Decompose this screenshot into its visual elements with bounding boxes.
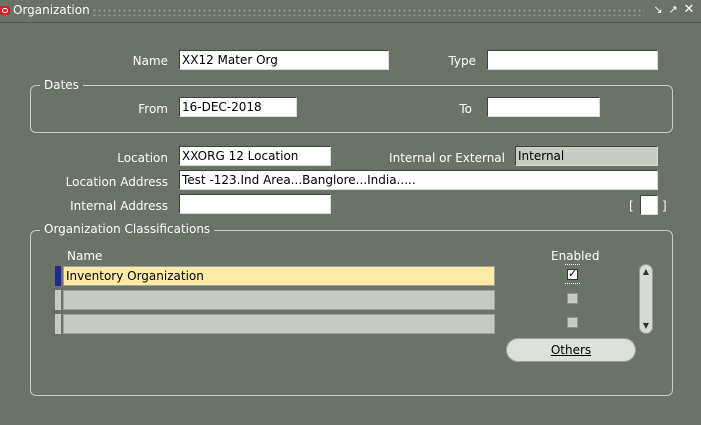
internal-external-field: Internal xyxy=(515,146,658,166)
enabled-checkbox[interactable] xyxy=(567,267,578,280)
descriptive-flexfield[interactable] xyxy=(640,195,658,215)
minimize-icon[interactable]: ↘ xyxy=(652,4,664,16)
internal-address-input[interactable] xyxy=(179,194,331,214)
row-indicator[interactable] xyxy=(55,290,61,310)
internal-external-label: Internal or External xyxy=(389,151,505,165)
oracle-logo-icon xyxy=(0,6,10,15)
name-label: Name xyxy=(132,54,168,68)
from-label: From xyxy=(138,102,168,116)
window-titlebar: Organization ↘ ↗ ✕ xyxy=(0,0,701,23)
type-label: Type xyxy=(448,54,476,68)
name-input[interactable]: XX12 Mater Org xyxy=(179,50,389,70)
row-indicator[interactable] xyxy=(55,266,61,286)
classification-name-field[interactable]: Inventory Organization xyxy=(63,266,495,286)
row-indicator[interactable] xyxy=(55,314,61,334)
others-button-label: Others xyxy=(550,343,592,357)
enabled-checkbox[interactable] xyxy=(567,293,578,304)
type-input[interactable] xyxy=(487,50,658,70)
classifications-legend: Organization Classifications xyxy=(40,222,215,236)
location-input[interactable]: XXORG 12 Location xyxy=(179,146,331,166)
classification-name-field[interactable] xyxy=(63,290,495,310)
scroll-down-icon[interactable]: ▼ xyxy=(641,321,651,331)
classification-name-field[interactable] xyxy=(63,314,495,334)
enabled-header: Enabled xyxy=(551,249,600,263)
focus-ring-bottom xyxy=(565,283,580,284)
titlebar-pattern xyxy=(92,8,644,16)
from-date-input[interactable]: 16-DEC-2018 xyxy=(179,97,297,117)
enabled-checkbox[interactable] xyxy=(567,317,578,328)
internal-address-label: Internal Address xyxy=(70,199,168,213)
classification-name-header: Name xyxy=(67,249,103,263)
maximize-icon[interactable]: ↗ xyxy=(667,4,679,16)
window-title: Organization xyxy=(13,3,90,17)
to-label: To xyxy=(459,102,472,116)
location-address-input[interactable]: Test -123.Ind Area...Banglore...India...… xyxy=(179,170,658,190)
to-date-input[interactable] xyxy=(487,97,600,117)
bracket-right: ] xyxy=(662,199,667,213)
focus-ring-top xyxy=(565,264,580,265)
location-label: Location xyxy=(117,151,168,165)
location-address-label: Location Address xyxy=(65,175,168,189)
scroll-up-icon[interactable]: ▲ xyxy=(641,267,651,277)
bracket-left: [ xyxy=(629,199,634,213)
vertical-scrollbar[interactable]: ▲ ▼ xyxy=(639,264,653,334)
close-icon[interactable]: ✕ xyxy=(683,3,695,16)
others-button[interactable]: Others xyxy=(506,338,636,362)
dates-legend: Dates xyxy=(40,78,83,92)
